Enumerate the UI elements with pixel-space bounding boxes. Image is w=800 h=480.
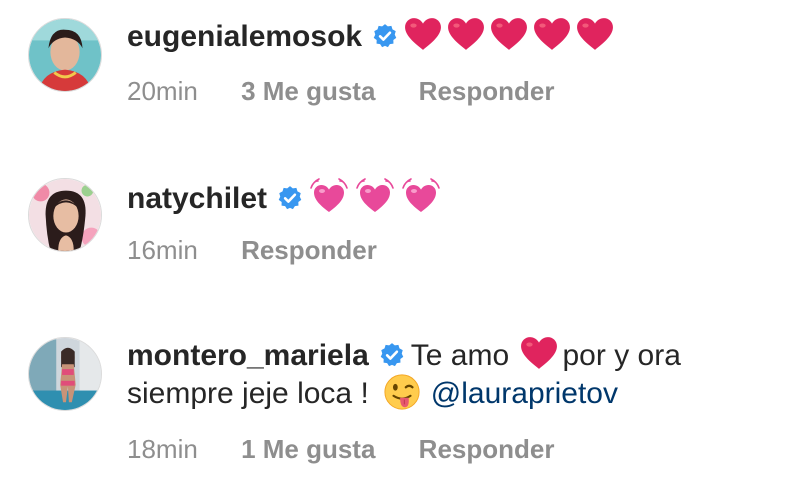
verified-badge-icon <box>372 23 398 49</box>
verified-badge-icon <box>277 185 303 211</box>
avatar-eugenialemosok[interactable] <box>28 18 102 92</box>
comment-line: natychilet <box>127 176 447 218</box>
red-heart-icon <box>490 17 528 51</box>
pink-vibrating-heart-icon <box>355 176 395 216</box>
comment-line-2: siempre jeje loca ! @lauraprietov <box>127 373 618 413</box>
reply-button[interactable]: Responder <box>241 234 377 266</box>
reply-button[interactable]: Responder <box>419 75 555 107</box>
red-heart-icon <box>533 17 571 51</box>
comment-line-1: montero_mariela Te amo por y ora <box>127 336 681 375</box>
red-heart-icon <box>404 17 442 51</box>
comment-line: eugenialemosok <box>127 17 619 56</box>
pink-vibrating-heart-icon <box>401 176 441 216</box>
red-heart-icon <box>447 17 485 51</box>
comment-text: por y ora <box>562 339 681 372</box>
verified-badge-icon <box>379 342 405 368</box>
comment-meta: 20min 3 Me gusta Responder <box>127 75 590 107</box>
avatar-montero-mariela[interactable] <box>28 337 102 411</box>
winking-face-with-tongue-icon <box>383 373 421 411</box>
username[interactable]: natychilet <box>127 182 267 215</box>
comment-meta: 18min 1 Me gusta Responder <box>127 433 590 465</box>
likes-count-button[interactable]: 3 Me gusta <box>241 75 375 107</box>
mention-link[interactable]: @lauraprietov <box>431 377 618 410</box>
red-heart-icon <box>520 336 558 370</box>
comment-meta: 16min Responder <box>127 234 413 266</box>
comment-time: 20min <box>127 76 198 106</box>
comment-text: siempre jeje loca ! <box>127 377 369 410</box>
reply-button[interactable]: Responder <box>419 433 555 465</box>
username[interactable]: montero_mariela <box>127 339 369 372</box>
username[interactable]: eugenialemosok <box>127 20 362 53</box>
avatar-natychilet[interactable] <box>28 178 102 252</box>
comment-time: 18min <box>127 434 198 464</box>
comment-text: Te amo <box>410 339 510 372</box>
likes-count-button[interactable]: 1 Me gusta <box>241 433 375 465</box>
red-heart-icon <box>576 17 614 51</box>
pink-vibrating-heart-icon <box>309 176 349 216</box>
comment-time: 16min <box>127 235 198 265</box>
